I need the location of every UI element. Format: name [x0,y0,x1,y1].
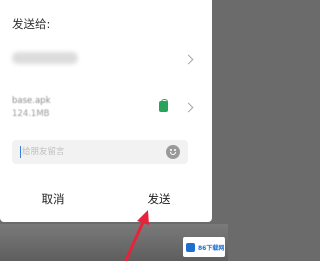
screen: 发送给: base.apk 124.1MB 取消 发送 8 [0,0,228,261]
text-cursor [20,146,21,158]
dialog-title: 发送给: [12,16,50,32]
file-row[interactable]: base.apk 124.1MB [0,92,212,128]
watermark-badge: 86下载网 [183,237,225,257]
watermark-logo-icon [186,242,195,252]
file-name: base.apk [12,96,51,106]
chevron-right-icon [183,54,194,65]
cancel-button[interactable]: 取消 [0,182,106,216]
message-input[interactable] [22,144,152,160]
recipient-name-blurred [12,52,78,64]
watermark-text: 86下载网 [198,244,225,252]
emoji-mouth [170,152,176,155]
emoji-icon[interactable] [166,145,180,159]
android-apk-icon [159,99,168,112]
share-dialog: 发送给: base.apk 124.1MB 取消 发送 [0,0,212,222]
message-field[interactable] [12,140,188,164]
chevron-right-icon [183,102,194,113]
red-pointer-arrow-icon [124,210,149,261]
dialog-title-text: 发送给 [12,17,47,31]
dialog-actions: 取消 发送 [0,182,212,216]
dialog-title-colon: : [46,17,51,31]
recipient-row[interactable] [0,42,212,76]
file-size: 124.1MB [12,109,50,119]
